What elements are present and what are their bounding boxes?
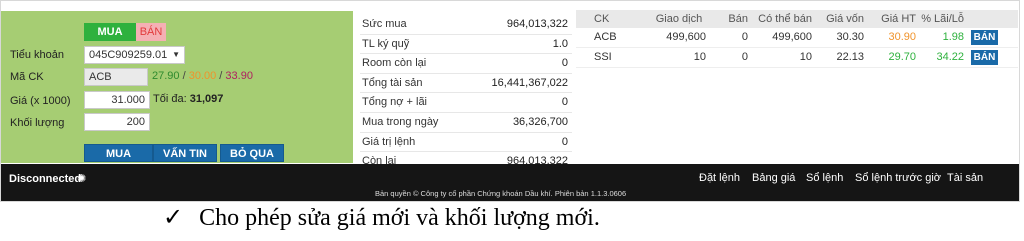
sell-button[interactable]: BÁN (971, 30, 998, 45)
nav-assets[interactable]: Tài sản (947, 172, 983, 184)
summary-value: 1.0 (552, 37, 568, 50)
price-floor: 30.00 (188, 70, 217, 82)
checkmark-icon: ✓ (163, 205, 184, 231)
summary-value: 964,013,322 (506, 18, 568, 30)
nav-pre-session-orders[interactable]: Sổ lệnh trước giờ (855, 172, 941, 184)
price-ref: 27.90 (152, 70, 180, 82)
table-row: ACB 499,600 0 499,600 30.30 30.90 1.98 B… (576, 28, 1018, 48)
price-label: Giá (x 1000) (10, 95, 71, 107)
cell-price: 29.70 (888, 51, 916, 63)
price-quote: 27.90 / 30.00 / 33.90 (152, 70, 253, 82)
summary-value: 0 (561, 96, 568, 109)
caption: ✓ Cho phép sửa giá mới và khối lượng mới. (163, 203, 600, 232)
col-trade: Giao dịch (655, 13, 703, 25)
buy-button[interactable]: MUA (84, 144, 153, 162)
sell-button[interactable]: BÁN (971, 50, 998, 65)
loading-spinner-icon: ✺ (77, 173, 87, 185)
table-header: CK Giao dịch Bán Có thể bán Giá vốn Giá … (576, 10, 1018, 28)
tab-sell[interactable]: BÁN (136, 23, 166, 41)
account-value: 045C909259.01 (89, 49, 168, 61)
cell-sell: 0 (741, 51, 748, 63)
query-button[interactable]: VẤN TIN (153, 144, 217, 162)
col-cost: Giá vốn (826, 13, 864, 25)
qty-input[interactable]: 200 (84, 113, 150, 131)
cell-can-sell: 499,600 (772, 31, 812, 43)
summary-value: 0 (561, 57, 568, 70)
col-ck: CK (594, 13, 610, 25)
max-qty-text: Tối đa: 31,097 (153, 93, 223, 105)
cell-trade: 499,600 (666, 31, 706, 43)
caption-text: Cho phép sửa giá mới và khối lượng mới. (199, 205, 600, 231)
account-summary: Sức mua 964,013,322 TL ký quỹ 1.0 Room còn… (360, 15, 572, 172)
footer-bar: Disconnected ✺ Đặt lệnh Bảng giá Sổ lệnh… (1, 164, 1019, 201)
cell-cost: 30.30 (836, 31, 864, 43)
summary-label: Giá trị lệnh (362, 135, 416, 148)
nav-price-board[interactable]: Bảng giá (752, 172, 795, 184)
account-select[interactable]: 045C909259.01 ▼ (84, 46, 185, 64)
tab-buy[interactable]: MUA (84, 23, 136, 41)
max-value: 31,097 (189, 93, 224, 105)
summary-label: Tổng nợ + lãi (362, 96, 428, 109)
col-pl: % Lãi/Lỗ (921, 13, 964, 25)
trading-app: MUA BÁN Tiểu khoản 045C909259.01 ▼ Mã CK… (0, 0, 1020, 202)
portfolio-table: CK Giao dịch Bán Có thể bán Giá vốn Giá … (576, 10, 1018, 68)
symbol-field[interactable]: ACB (84, 68, 148, 86)
connection-status: Disconnected (9, 173, 82, 185)
summary-value: 0 (561, 135, 568, 148)
cell-ck: SSI (594, 51, 612, 63)
cell-pl: 34.22 (936, 51, 964, 63)
price-ceiling: 33.90 (225, 70, 253, 82)
cell-price: 30.90 (888, 31, 916, 43)
qty-label: Khối lượng (10, 117, 65, 129)
summary-label: TL ký quỹ (362, 37, 410, 50)
summary-row: Sức mua 964,013,322 (360, 15, 572, 35)
cell-cost: 22.13 (836, 51, 864, 63)
table-row: SSI 10 0 10 22.13 29.70 34.22 BÁN (576, 48, 1018, 68)
cell-can-sell: 10 (799, 51, 812, 63)
cell-trade: 10 (693, 51, 706, 63)
cell-pl: 1.98 (942, 31, 964, 43)
summary-label: Mua trong ngày (362, 115, 439, 128)
summary-row: Room còn lại 0 (360, 54, 572, 74)
col-price: Giá HT (881, 13, 916, 25)
max-label: Tối đa: (153, 93, 187, 105)
summary-row: Giá trị lệnh 0 (360, 133, 572, 153)
copyright-text: Bản quyền © Công ty cổ phần Chứng khoán … (375, 189, 627, 198)
skip-button[interactable]: BỎ QUA (220, 144, 284, 162)
summary-row: Tổng nợ + lãi 0 (360, 93, 572, 113)
symbol-label: Mã CK (10, 71, 44, 83)
side-tabs: MUA BÁN (84, 23, 166, 41)
price-input[interactable]: 31.000 (84, 91, 150, 109)
summary-label: Room còn lại (362, 57, 427, 70)
cell-sell: 0 (741, 31, 748, 43)
cell-ck: ACB (594, 31, 617, 43)
summary-row: Tổng tài sản 16,441,367,022 (360, 74, 572, 94)
account-label: Tiểu khoản (10, 49, 65, 61)
summary-label: Sức mua (362, 18, 407, 30)
price-sep-1: / (179, 70, 189, 82)
nav-place-order[interactable]: Đặt lệnh (699, 172, 740, 184)
col-can-sell: Có thể bán (758, 13, 812, 25)
nav-order-book[interactable]: Sổ lệnh (806, 172, 843, 184)
col-sell: Bán (728, 13, 748, 25)
order-panel: MUA BÁN Tiểu khoản 045C909259.01 ▼ Mã CK… (1, 11, 353, 163)
summary-value: 16,441,367,022 (491, 76, 568, 89)
summary-row: Mua trong ngày 36,326,700 (360, 113, 572, 133)
summary-value: 36,326,700 (512, 115, 568, 128)
summary-label: Tổng tài sản (362, 76, 423, 89)
summary-row: TL ký quỹ 1.0 (360, 35, 572, 55)
chevron-down-icon: ▼ (172, 50, 180, 59)
